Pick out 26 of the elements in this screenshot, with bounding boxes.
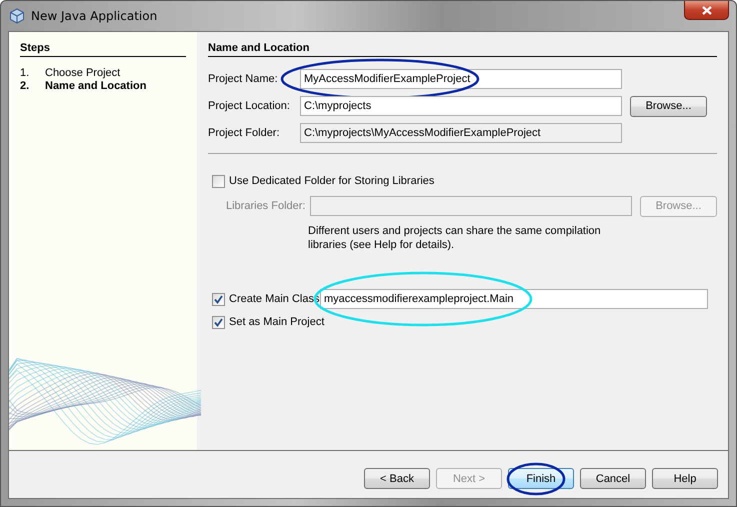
- close-icon: [702, 6, 712, 14]
- checkbox-label: Use Dedicated Folder for Storing Libraries: [229, 175, 434, 187]
- step-item: 2. Name and Location: [20, 80, 148, 92]
- checkbox[interactable]: [212, 174, 225, 188]
- dialog-button[interactable]: < Back: [364, 468, 430, 489]
- field-label: Project Folder:: [208, 127, 281, 139]
- steps-heading: Steps: [20, 42, 186, 57]
- text-field[interactable]: C:\myprojects: [300, 96, 622, 116]
- section-heading: Name and Location: [208, 42, 717, 57]
- checkbox[interactable]: [212, 316, 225, 328]
- window-title: New Java Application: [31, 9, 158, 23]
- help-text: Different users and projects can share the same compilation libraries (see Help for details).: [308, 224, 602, 252]
- field-label: Project Location:: [208, 100, 291, 112]
- dialog-button[interactable]: Finish: [508, 468, 574, 489]
- text-field[interactable]: MyAccessModifierExampleProject: [300, 69, 622, 89]
- step-item: 1. Choose Project: [20, 67, 122, 79]
- dialog-button[interactable]: Help: [652, 468, 718, 489]
- checkbox-label: Set as Main Project: [229, 316, 324, 328]
- browse-button[interactable]: Browse...: [630, 96, 707, 116]
- checkbox[interactable]: [212, 292, 225, 306]
- dialog-button[interactable]: Cancel: [580, 468, 646, 489]
- field-label: Project Name:: [208, 73, 279, 85]
- field-label: Libraries Folder:: [225, 200, 306, 212]
- close-button[interactable]: [684, 1, 729, 20]
- text-field[interactable]: myaccessmodifierexampleproject.Main: [320, 289, 708, 309]
- cube-icon: [9, 8, 25, 24]
